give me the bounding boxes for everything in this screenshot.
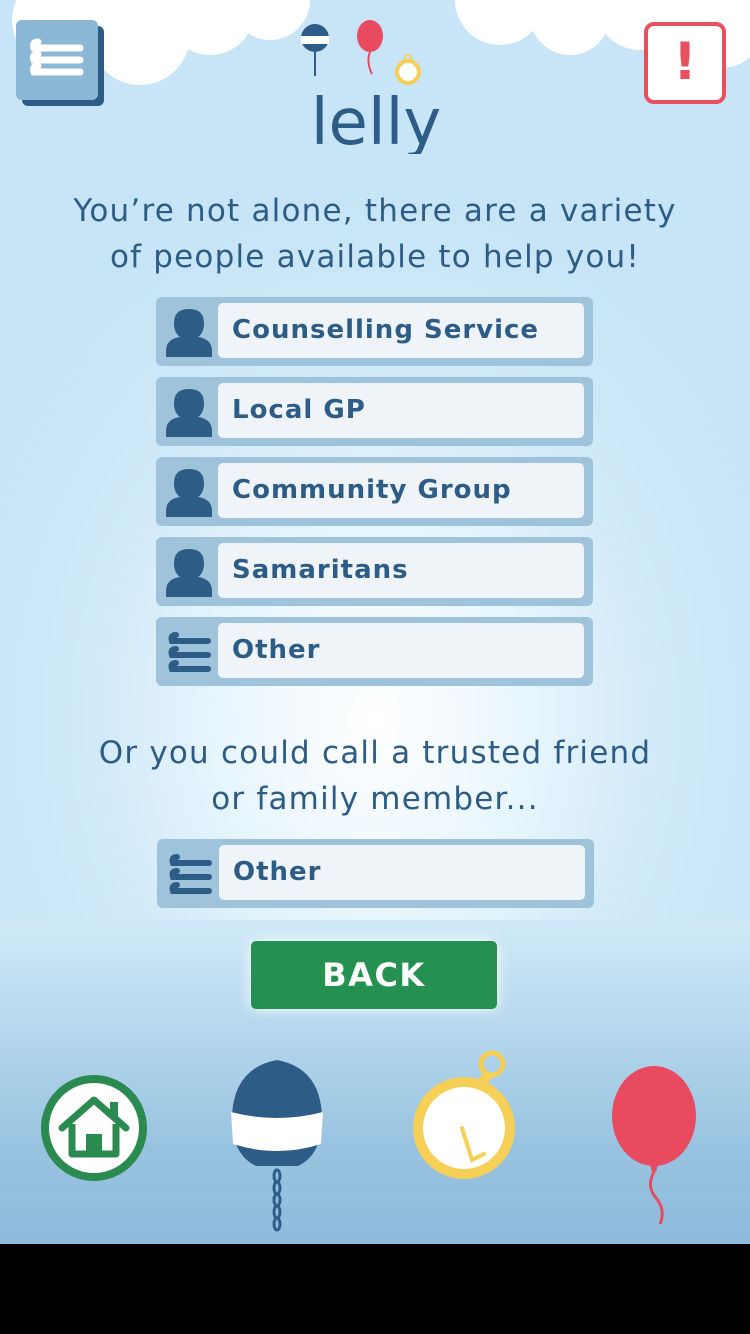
nav-home[interactable] [40, 1074, 148, 1186]
option-other[interactable]: Other [156, 617, 593, 686]
balloon-icon [612, 1066, 696, 1225]
person-icon [166, 469, 212, 517]
lelly-logo: lelly [296, 18, 456, 160]
option-label: Local GP [218, 383, 584, 438]
option-friend-other[interactable]: Other [157, 839, 594, 908]
option-samaritans[interactable]: Samaritans [156, 537, 593, 606]
option-label: Counselling Service [218, 303, 584, 358]
lines-icon [169, 854, 212, 894]
option-label: Other [219, 845, 585, 900]
logo-text: lelly [311, 86, 442, 154]
nav-stopwatch[interactable] [412, 1050, 522, 1186]
nav-balloon[interactable] [610, 1064, 702, 1234]
back-button[interactable]: BACK [251, 941, 497, 1009]
app-screen: lelly ! You’re not alone, there are a va… [0, 0, 750, 1244]
option-label: Other [218, 623, 584, 678]
option-label: Samaritans [218, 543, 584, 598]
friend-text: Or you could call a trusted friend or fa… [40, 730, 710, 822]
intro-text: You’re not alone, there are a variety of… [40, 188, 710, 280]
menu-icon [16, 20, 104, 106]
option-counselling-service[interactable]: Counselling Service [156, 297, 593, 366]
stopwatch-icon [413, 1050, 515, 1179]
intro-line-2: of people available to help you! [109, 239, 641, 275]
nav-buoy[interactable] [228, 1058, 326, 1238]
option-label: Community Group [218, 463, 584, 518]
friend-line-1: Or you could call a trusted friend [98, 735, 652, 771]
menu-button[interactable] [16, 20, 104, 106]
person-icon [166, 309, 212, 357]
person-icon [166, 389, 212, 437]
friend-line-2: or family member... [211, 781, 539, 817]
option-community-group[interactable]: Community Group [156, 457, 593, 526]
person-icon [166, 549, 212, 597]
option-local-gp[interactable]: Local GP [156, 377, 593, 446]
buoy-icon [231, 1060, 323, 1232]
bottom-nav [0, 1040, 750, 1240]
lines-icon [168, 632, 211, 672]
home-icon [41, 1075, 147, 1181]
alert-button[interactable]: ! [644, 22, 726, 104]
intro-line-1: You’re not alone, there are a variety [73, 193, 677, 229]
